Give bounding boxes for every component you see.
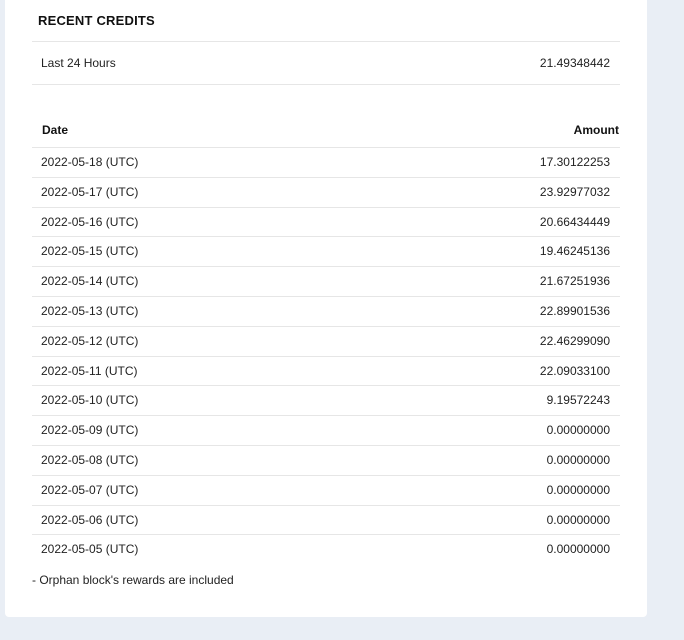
row-date: 2022-05-12 (UTC) [41,333,139,348]
table-row: 2022-05-18 (UTC) 17.30122253 [32,148,620,177]
last-24-hours-row: Last 24 Hours 21.49348442 [32,48,620,77]
row-date: 2022-05-06 (UTC) [41,512,139,527]
footnote: - Orphan block's rewards are included [32,573,234,587]
column-header-date: Date [42,123,69,137]
row-date: 2022-05-16 (UTC) [41,214,139,229]
row-amount: 17.30122253 [539,155,610,169]
table-row: 2022-05-17 (UTC) 23.92977032 [32,177,620,206]
table-row: 2022-05-12 (UTC) 22.46299090 [32,326,620,355]
row-amount: 0.00000000 [546,453,610,467]
row-date: 2022-05-11 (UTC) [41,363,138,378]
table-row: 2022-05-13 (UTC) 22.89901536 [32,297,620,326]
row-amount: 22.09033100 [539,363,610,378]
row-amount: 21.67251936 [539,274,610,289]
row-date: 2022-05-09 (UTC) [41,423,139,438]
row-date: 2022-05-05 (UTC) [41,542,139,557]
row-amount: 19.46245136 [539,244,610,259]
row-amount: 0.00000000 [546,423,610,438]
row-amount: 0.00000000 [546,542,610,557]
row-date: 2022-05-13 (UTC) [41,304,139,318]
table-row: 2022-05-08 (UTC) 0.00000000 [32,446,620,475]
table-row: 2022-05-16 (UTC) 20.66434449 [32,207,620,236]
row-amount: 22.46299090 [539,333,610,348]
row-date: 2022-05-18 (UTC) [41,155,139,169]
row-date: 2022-05-10 (UTC) [41,393,139,408]
row-date: 2022-05-15 (UTC) [41,244,139,259]
table-row: 2022-05-05 (UTC) 0.00000000 [32,535,620,564]
row-amount: 23.92977032 [539,184,610,199]
row-amount: 0.00000000 [546,512,610,527]
row-amount: 0.00000000 [546,482,610,497]
table-row: 2022-05-09 (UTC) 0.00000000 [32,416,620,445]
row-date: 2022-05-08 (UTC) [41,453,139,467]
table-row: 2022-05-07 (UTC) 0.00000000 [32,475,620,504]
table-row: 2022-05-14 (UTC) 21.67251936 [32,267,620,296]
recent-credits-panel: RECENT CREDITS Last 24 Hours 21.49348442… [5,0,647,617]
row-amount: 22.89901536 [539,304,610,318]
divider [32,84,620,85]
row-date: 2022-05-17 (UTC) [41,184,139,199]
table-row: 2022-05-15 (UTC) 19.46245136 [32,237,620,266]
table-header: Date Amount [32,117,620,143]
row-amount: 9.19572243 [546,393,610,408]
row-date: 2022-05-14 (UTC) [41,274,139,289]
row-amount: 20.66434449 [539,214,610,229]
row-date: 2022-05-07 (UTC) [41,482,139,497]
summary-value: 21.49348442 [539,55,610,70]
column-header-amount: Amount [573,123,619,137]
table-row: 2022-05-10 (UTC) 9.19572243 [32,386,620,415]
divider [32,41,620,42]
table-row: 2022-05-11 (UTC) 22.09033100 [32,356,620,385]
table-row: 2022-05-06 (UTC) 0.00000000 [32,505,620,534]
panel-title: RECENT CREDITS [38,13,155,28]
summary-label: Last 24 Hours [41,55,116,70]
